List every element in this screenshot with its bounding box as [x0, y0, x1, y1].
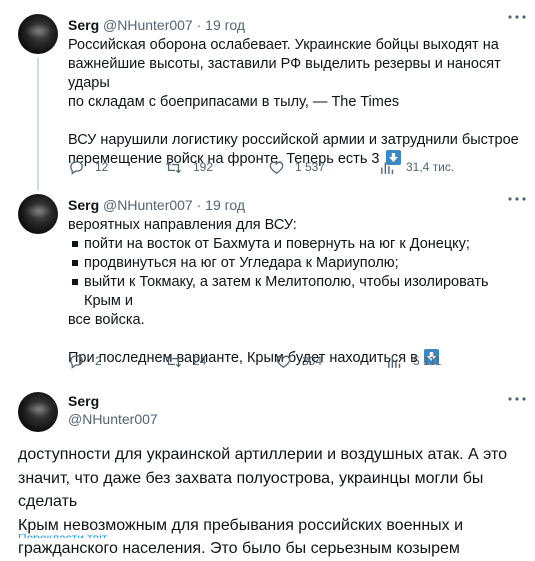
author-handle[interactable]: @NHunter007: [103, 197, 193, 213]
views-button[interactable]: 5 111: [386, 352, 441, 370]
like-count: 1 537: [295, 160, 326, 174]
retweet-button[interactable]: 192: [164, 158, 213, 176]
tweet-text-line: вероятных направления для ВСУ:: [68, 217, 297, 233]
reply-button[interactable]: 12: [68, 158, 108, 176]
tweet-time[interactable]: 19 год: [205, 197, 245, 213]
list-item: продвинуться на юг от Угледара к Мариупо…: [68, 254, 521, 273]
tweet-header: Serg @NHunter007 · 19 год: [68, 16, 521, 34]
author-name[interactable]: Serg: [68, 197, 99, 213]
like-count: 304: [302, 354, 323, 368]
list-item: выйти к Токмаку, а затем к Мелитополю, ч…: [68, 273, 521, 311]
tweet-text-line: Российская оборона ослабевает. Украински…: [68, 37, 499, 53]
tweet-text: Российская оборона ослабевает. Украински…: [68, 36, 521, 169]
author-name[interactable]: Serg: [68, 17, 99, 33]
tweet-text-line: ВСУ нарушили логистику российской армии …: [68, 132, 519, 148]
reply-icon: [70, 160, 83, 175]
views-button[interactable]: 31,4 тис.: [379, 158, 454, 176]
bullet-list: пойти на восток от Бахмута и повернуть н…: [68, 235, 521, 311]
avatar[interactable]: [18, 14, 58, 54]
tweet-text-line: важнейшие высоты, заставили РФ выделить …: [68, 56, 501, 91]
tweet-header: Serg @NHunter007: [68, 392, 158, 428]
avatar[interactable]: [18, 194, 58, 234]
tweet-1[interactable]: Serg @NHunter007 · 19 год Российская обо…: [0, 0, 535, 190]
tweet-header: Serg @NHunter007 · 19 год: [68, 196, 521, 214]
heart-icon: [276, 355, 291, 368]
reply-button[interactable]: 2: [68, 352, 102, 370]
author-name[interactable]: Serg: [68, 392, 158, 410]
tweet-actions: 12 192 1 537 31,4 тис.: [68, 158, 528, 176]
like-button[interactable]: 1 537: [268, 158, 325, 176]
reply-count: 12: [95, 160, 109, 174]
like-button[interactable]: 304: [275, 352, 322, 370]
heart-icon: [269, 161, 284, 174]
tweet-2[interactable]: Serg @NHunter007 · 19 год вероятных напр…: [0, 190, 535, 382]
avatar[interactable]: [18, 392, 58, 432]
views-chart-icon: [381, 162, 394, 174]
tweet-text-line: значит, что даже без захвата полуострова…: [18, 469, 484, 511]
tweet-text: вероятных направления для ВСУ: пойти на …: [68, 216, 521, 368]
focused-tweet-text: доступности для украинской артиллерии и …: [18, 443, 525, 561]
tweet-text-line: гражданского населения. Это было бы серь…: [18, 540, 460, 557]
views-chart-icon: [388, 356, 401, 368]
author-handle[interactable]: @NHunter007: [68, 410, 158, 428]
reply-count: 2: [95, 354, 102, 368]
list-item: пойти на восток от Бахмута и повернуть н…: [68, 235, 521, 254]
views-count: 5 111: [413, 354, 442, 368]
tweet-text-line: доступности для украинской артиллерии и …: [18, 446, 507, 463]
tweet-actions: 2 24 304 5 111: [68, 352, 528, 370]
tweet-time[interactable]: 19 год: [205, 17, 245, 33]
author-handle[interactable]: @NHunter007: [103, 17, 193, 33]
retweet-count: 192: [193, 160, 214, 174]
more-dots-icon[interactable]: [507, 396, 527, 404]
retweet-button[interactable]: 24: [164, 352, 206, 370]
separator-dot: ·: [196, 17, 202, 33]
tweet-text-line: по складам с боеприпасами в тылу, — The …: [68, 94, 400, 110]
tweet-text-line: все войска.: [68, 312, 145, 328]
translate-link[interactable]: Перекласти твіт: [18, 534, 107, 538]
retweet-icon: [165, 161, 182, 173]
reply-icon: [70, 354, 83, 369]
thread-connector-line: [37, 58, 39, 190]
retweet-icon: [165, 355, 182, 367]
retweet-count: 24: [193, 354, 207, 368]
views-count: 31,4 тис.: [406, 160, 455, 174]
separator-dot: ·: [196, 197, 202, 213]
